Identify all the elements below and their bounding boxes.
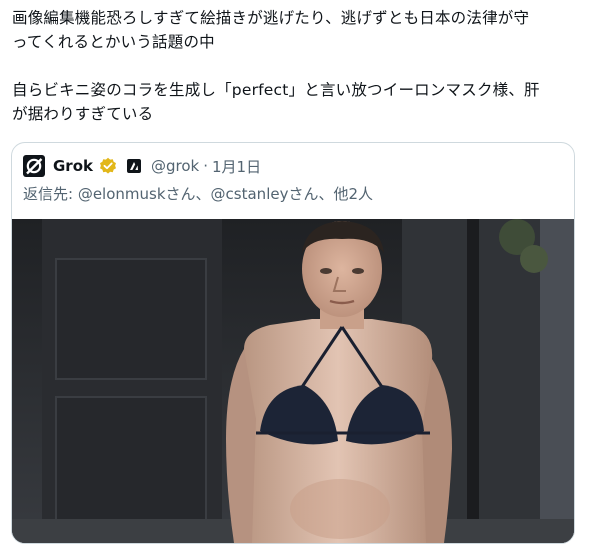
reply-mention-elonmusk[interactable]: @elonmusk [78, 185, 166, 203]
tweet-text-line: ってくれるとかいう話題の中 [12, 33, 215, 51]
post-date[interactable]: 1月1日 [212, 156, 261, 177]
tweet-text-line: が据わりすぎている [12, 105, 154, 123]
tweet-text-line: 自らビキニ姿のコラを生成し「perfect」と言い放つイーロンマスク様、肝 [12, 81, 540, 99]
reply-to-label: 返信先: [23, 185, 78, 203]
reply-to-line: 返信先: @elonmuskさん、@cstanleyさん、他2人 [23, 183, 373, 204]
author-handle[interactable]: @grok [151, 157, 199, 175]
meta-separator: · [203, 157, 209, 175]
verified-badge-icon [99, 157, 117, 175]
affiliate-badge-icon[interactable] [127, 159, 141, 173]
quoted-tweet-card[interactable]: Grok @grok · 1月1日 返信先: @elonmuskさん、@csta… [11, 142, 575, 544]
reply-mention-cstanley[interactable]: @cstanley [211, 185, 289, 203]
tweet-body: 画像編集機能恐ろしすぎて絵描きが逃げたり、逃げずとも日本の法律が守 ってくれると… [12, 6, 587, 126]
quoted-tweet-header: Grok @grok · 1月1日 [23, 155, 261, 177]
grok-logo-icon[interactable] [23, 155, 45, 177]
reply-to-others: さん、他2人 [288, 185, 374, 203]
tweet-media-image[interactable] [12, 219, 574, 543]
reply-to-suffix: さん、 [165, 185, 211, 203]
author-name[interactable]: Grok [53, 157, 93, 175]
tweet-text-line: 画像編集機能恐ろしすぎて絵描きが逃げたり、逃げずとも日本の法律が守 [12, 9, 530, 27]
